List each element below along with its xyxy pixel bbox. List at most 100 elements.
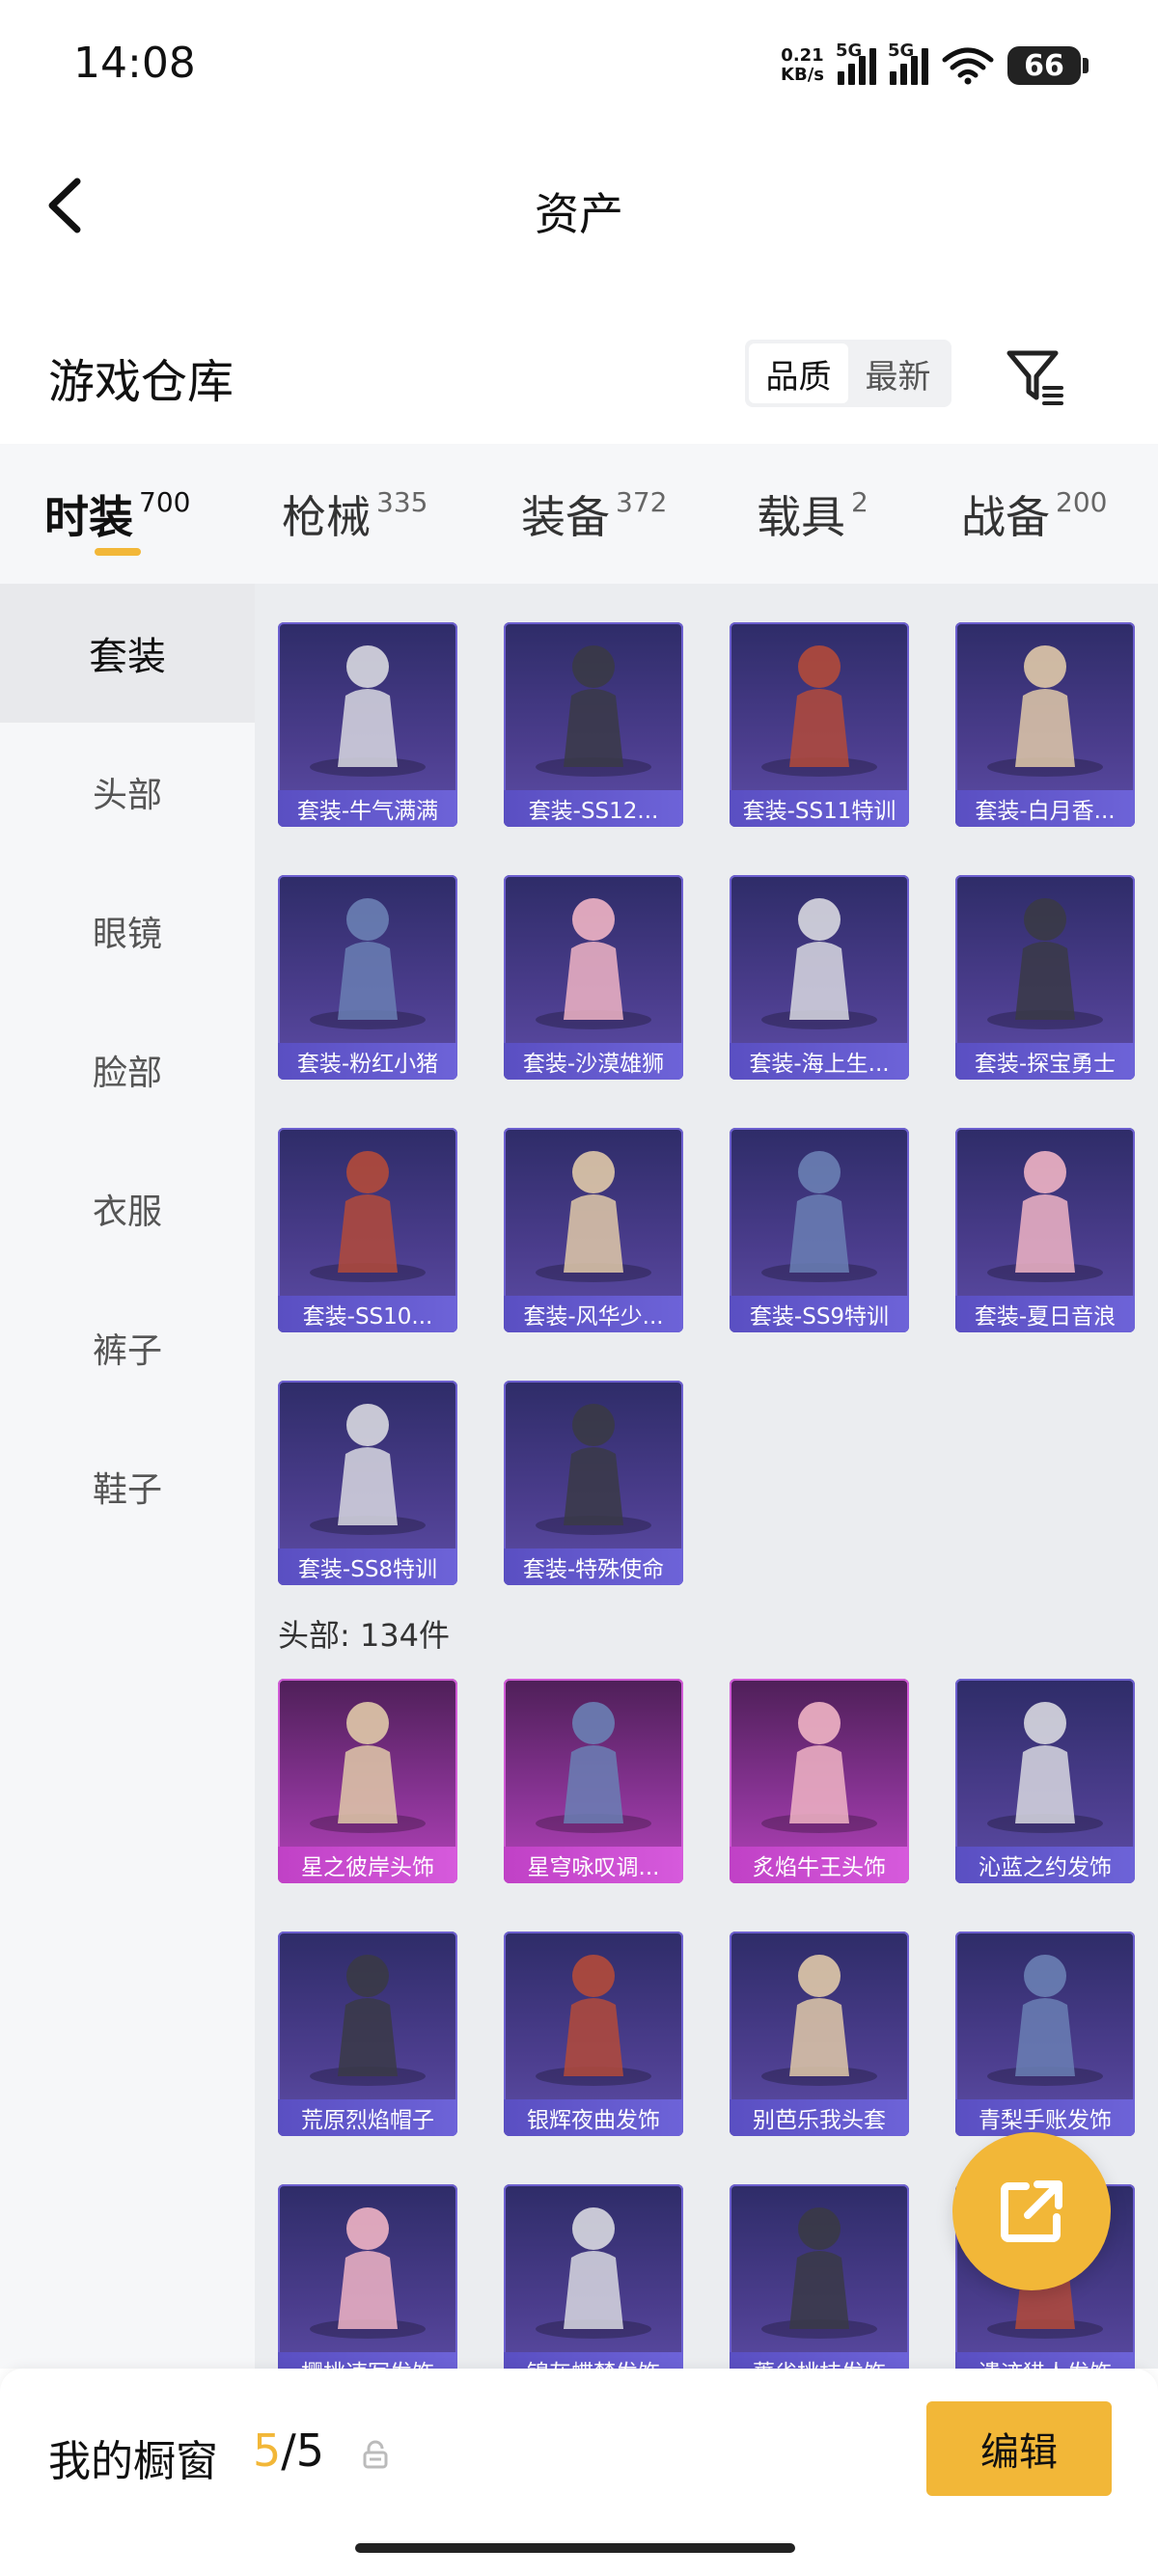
item-label: 荒原烈焰帽子 xyxy=(278,2099,457,2136)
item-card[interactable]: 套装-牛气满满 xyxy=(278,622,457,827)
item-card[interactable]: 银辉夜曲发饰 xyxy=(504,1932,683,2136)
app-header: 资产 xyxy=(0,154,1158,260)
item-thumbnail xyxy=(761,1151,877,1282)
warehouse-title: 游戏仓库 xyxy=(48,355,234,409)
item-label: 沁蓝之约发饰 xyxy=(955,1847,1135,1883)
item-label: 套装-SS12... xyxy=(504,790,683,827)
item-thumbnail xyxy=(987,645,1103,777)
showcase-label: 我的橱窗 xyxy=(48,2437,218,2486)
tab-label: 时装 xyxy=(44,491,133,543)
item-card[interactable]: 套装-SS9特训 xyxy=(730,1128,909,1332)
item-card[interactable]: 套装-探宝勇士 xyxy=(955,875,1135,1080)
signal-gen-label-2: 5G xyxy=(888,41,915,61)
item-label: 锦灰蝶梦发饰 xyxy=(504,2352,683,2369)
tab-fashion[interactable]: 时装 700 xyxy=(44,482,190,546)
item-thumbnail xyxy=(536,1404,651,1535)
share-button[interactable] xyxy=(952,2132,1111,2290)
item-card[interactable]: 套装-SS8特训 xyxy=(278,1381,457,1585)
item-label: 别芭乐我头套 xyxy=(730,2099,909,2136)
item-card[interactable]: 星之彼岸头饰 xyxy=(278,1679,457,1883)
item-thumbnail xyxy=(536,898,651,1029)
item-card[interactable]: 星穹咏叹调... xyxy=(504,1679,683,1883)
sort-by-newest[interactable]: 最新 xyxy=(848,343,948,403)
status-bar: 14:08 0.21 KB/s 5G 5G 66 xyxy=(0,0,1158,130)
item-label: 套装-牛气满满 xyxy=(278,790,457,827)
item-card[interactable]: 套装-SS12... xyxy=(504,622,683,827)
item-thumbnail xyxy=(987,1955,1103,2086)
sidebar-item-shoes[interactable]: 鞋子 xyxy=(0,1417,255,1556)
battery-icon: 66 xyxy=(1007,46,1089,85)
item-card[interactable]: 套装-夏日音浪 xyxy=(955,1128,1135,1332)
item-thumbnail xyxy=(761,645,877,777)
sidebar-item-glasses[interactable]: 眼镜 xyxy=(0,862,255,1000)
item-thumbnail xyxy=(761,1955,877,2086)
home-indicator xyxy=(355,2543,795,2553)
tab-count: 2 xyxy=(851,486,868,518)
item-card[interactable]: 别芭乐我头套 xyxy=(730,1932,909,2136)
sort-by-quality[interactable]: 品质 xyxy=(749,343,848,403)
item-label: 套装-白月香... xyxy=(955,790,1135,827)
item-label: 套装-沙漠雄狮 xyxy=(504,1043,683,1080)
item-thumbnail xyxy=(310,1151,426,1282)
category-tabs: 时装 700 枪械 335 装备 372 载具 2 战备 200 xyxy=(0,444,1158,584)
tab-firearms[interactable]: 枪械 335 xyxy=(282,482,427,546)
sidebar-item-clothes[interactable]: 衣服 xyxy=(0,1139,255,1278)
item-card[interactable]: 荒原烈焰帽子 xyxy=(278,1932,457,2136)
status-icons: 0.21 KB/s 5G 5G 66 xyxy=(781,39,1089,93)
sidebar-item-head[interactable]: 头部 xyxy=(0,723,255,862)
item-card[interactable]: 青梨手账发饰 xyxy=(955,1932,1135,2136)
signal-gen-label: 5G xyxy=(836,41,863,61)
item-thumbnail xyxy=(310,898,426,1029)
status-time: 14:08 xyxy=(73,39,196,88)
item-card[interactable]: 炙焰牛王头饰 xyxy=(730,1679,909,1883)
item-thumbnail xyxy=(761,2207,877,2339)
item-label: 星穹咏叹调... xyxy=(504,1847,683,1883)
tab-count: 700 xyxy=(139,486,191,518)
item-card[interactable]: 套装-SS10... xyxy=(278,1128,457,1332)
item-thumbnail xyxy=(310,645,426,777)
showcase-count: 5/5 xyxy=(253,2425,324,2477)
network-speed-value: 0.21 xyxy=(781,45,824,66)
tab-label: 装备 xyxy=(521,491,610,543)
edit-button[interactable]: 编辑 xyxy=(926,2401,1112,2496)
sidebar-item-outfits[interactable]: 套装 xyxy=(0,584,255,723)
sort-toggle: 品质 最新 xyxy=(745,340,951,407)
item-label: 套装-海上生... xyxy=(730,1043,909,1080)
item-thumbnail xyxy=(987,1151,1103,1282)
item-thumbnail xyxy=(536,645,651,777)
active-tab-indicator xyxy=(95,548,141,556)
network-speed: 0.21 KB/s xyxy=(781,46,824,85)
tab-count: 200 xyxy=(1056,486,1108,518)
item-thumbnail xyxy=(987,898,1103,1029)
filter-button[interactable] xyxy=(1004,345,1065,407)
item-label: 星之彼岸头饰 xyxy=(278,1847,457,1883)
item-label: 炙焰牛王头饰 xyxy=(730,1847,909,1883)
tab-combat-gear[interactable]: 战备 200 xyxy=(961,482,1107,546)
item-card[interactable]: 套装-海上生... xyxy=(730,875,909,1080)
item-card[interactable]: 锦灰蝶梦发饰 xyxy=(504,2184,683,2369)
item-card[interactable]: 樱桃速写发饰 xyxy=(278,2184,457,2369)
item-label: 套装-SS11特训 xyxy=(730,790,909,827)
tab-equipment[interactable]: 装备 372 xyxy=(521,482,667,546)
item-thumbnail xyxy=(310,1955,426,2086)
item-card[interactable]: 沁蓝之约发饰 xyxy=(955,1679,1135,1883)
item-thumbnail xyxy=(536,1955,651,2086)
item-thumbnail xyxy=(987,1702,1103,1833)
item-card[interactable]: 套装-粉红小猪 xyxy=(278,875,457,1080)
sidebar-item-face[interactable]: 脸部 xyxy=(0,1000,255,1139)
item-card[interactable]: 套装-风华少... xyxy=(504,1128,683,1332)
item-thumbnail xyxy=(310,1404,426,1535)
sidebar-item-pants[interactable]: 裤子 xyxy=(0,1278,255,1417)
item-card[interactable]: 套装-特殊使命 xyxy=(504,1381,683,1585)
filter-icon xyxy=(1006,350,1063,405)
item-card[interactable]: 蔷雀桃枝发饰 xyxy=(730,2184,909,2369)
tab-vehicles[interactable]: 载具 2 xyxy=(757,482,868,546)
item-label: 套装-SS10... xyxy=(278,1296,457,1332)
item-card[interactable]: 套装-沙漠雄狮 xyxy=(504,875,683,1080)
item-label: 套装-探宝勇士 xyxy=(955,1043,1135,1080)
item-card[interactable]: 套装-白月香... xyxy=(955,622,1135,827)
item-thumbnail xyxy=(310,1702,426,1833)
item-card[interactable]: 套装-SS11特训 xyxy=(730,622,909,827)
signal-icon: 5G xyxy=(836,41,876,85)
head-section-header: 头部: 134件 xyxy=(278,1617,451,1654)
